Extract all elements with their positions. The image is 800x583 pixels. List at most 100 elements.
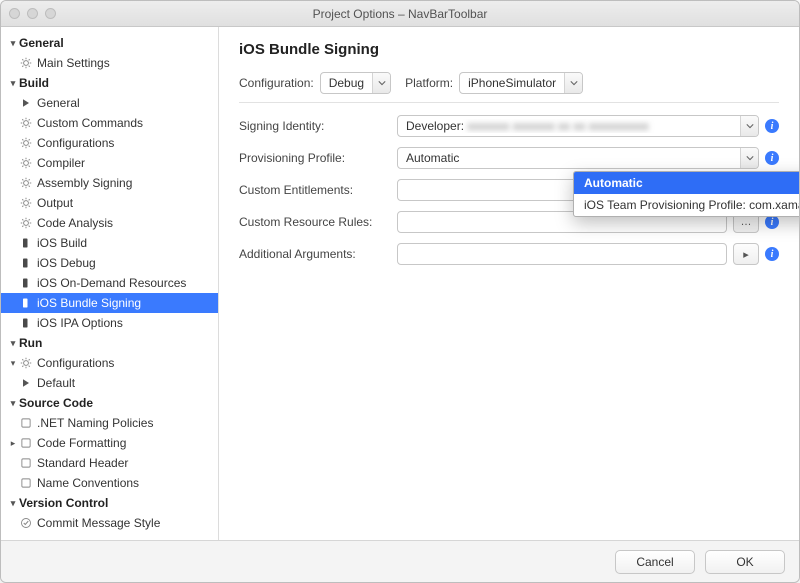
caret-icon: ▾ xyxy=(7,498,19,509)
chevron-down-icon xyxy=(372,73,390,93)
dropdown-option[interactable]: iOS Team Provisioning Profile: com.xamar… xyxy=(574,194,799,216)
sidebar-item-code-analysis[interactable]: Code Analysis xyxy=(1,213,218,233)
sidebar-item-main-settings[interactable]: Main Settings xyxy=(1,53,218,73)
sidebar-item-label: iOS IPA Options xyxy=(37,316,123,330)
main-panel: iOS Bundle Signing Configuration: Debug … xyxy=(219,27,799,540)
configuration-label: Configuration: xyxy=(239,76,314,90)
caret-icon: ▸ xyxy=(7,438,19,449)
sidebar-item-label: General xyxy=(19,36,64,50)
sidebar-item-configurations[interactable]: ▾Configurations xyxy=(1,353,218,373)
close-window-button[interactable] xyxy=(9,8,20,19)
signing-identity-label: Signing Identity: xyxy=(239,119,389,133)
signing-identity-select[interactable]: Developer: xxxxxxx xxxxxxx xx xx xxxxxxx… xyxy=(397,115,759,137)
sidebar-item-label: Run xyxy=(19,336,42,350)
gear-icon xyxy=(19,216,33,230)
custom-resource-rules-label: Custom Resource Rules: xyxy=(239,215,389,229)
sidebar-item-label: General xyxy=(37,96,80,110)
gear-icon xyxy=(19,116,33,130)
sidebar-item-label: Custom Commands xyxy=(37,116,143,130)
sidebar-item-label: Version Control xyxy=(19,496,108,510)
gear-icon xyxy=(19,196,33,210)
sidebar-item-label: Build xyxy=(19,76,49,90)
chevron-down-icon xyxy=(740,148,758,168)
dark-icon xyxy=(19,296,33,310)
additional-arguments-menu-button[interactable]: ▸ xyxy=(733,243,759,265)
sidebar-item-compiler[interactable]: Compiler xyxy=(1,153,218,173)
sidebar-item-build[interactable]: ▾Build xyxy=(1,73,218,93)
sidebar-item-label: Main Settings xyxy=(37,56,110,70)
sidebar-item-assembly-signing[interactable]: Assembly Signing xyxy=(1,173,218,193)
sidebar-item-standard-header[interactable]: Standard Header xyxy=(1,453,218,473)
divider xyxy=(239,102,779,103)
sidebar-item-general[interactable]: General xyxy=(1,93,218,113)
sidebar-item-default[interactable]: Default xyxy=(1,373,218,393)
chevron-down-icon xyxy=(740,116,758,136)
project-options-window: Project Options – NavBarToolbar ▾General… xyxy=(0,0,800,583)
additional-arguments-input[interactable] xyxy=(397,243,727,265)
gear-icon xyxy=(19,136,33,150)
window-title: Project Options – NavBarToolbar xyxy=(1,7,799,21)
provisioning-profile-dropdown[interactable]: Automatic iOS Team Provisioning Profile:… xyxy=(573,171,799,217)
sidebar-item-ios-debug[interactable]: iOS Debug xyxy=(1,253,218,273)
sidebar-item-label: iOS Build xyxy=(37,236,87,250)
dark-icon xyxy=(19,316,33,330)
caret-icon: ▾ xyxy=(7,338,19,349)
box-icon xyxy=(19,436,33,450)
dialog-footer: Cancel OK xyxy=(1,540,799,582)
additional-arguments-label: Additional Arguments: xyxy=(239,247,389,261)
sidebar-item-ios-bundle-signing[interactable]: iOS Bundle Signing xyxy=(1,293,218,313)
sidebar-item-label: iOS On-Demand Resources xyxy=(37,276,186,290)
sidebar-item-label: Assembly Signing xyxy=(37,176,132,190)
titlebar[interactable]: Project Options – NavBarToolbar xyxy=(1,1,799,27)
zoom-window-button[interactable] xyxy=(45,8,56,19)
sidebar-item--net-naming-policies[interactable]: .NET Naming Policies xyxy=(1,413,218,433)
chevron-down-icon xyxy=(564,73,582,93)
sidebar-item-label: Compiler xyxy=(37,156,85,170)
sidebar-item-label: Code Formatting xyxy=(37,436,126,450)
sidebar-item-label: Commit Message Style xyxy=(37,516,160,530)
gear-icon xyxy=(19,356,33,370)
sidebar-item-source-code[interactable]: ▾Source Code xyxy=(1,393,218,413)
gear-icon xyxy=(19,56,33,70)
ok-button[interactable]: OK xyxy=(705,550,785,574)
sidebar-item-configurations[interactable]: Configurations xyxy=(1,133,218,153)
sidebar-item-ios-build[interactable]: iOS Build xyxy=(1,233,218,253)
info-icon[interactable]: i xyxy=(765,151,779,165)
provisioning-profile-label: Provisioning Profile: xyxy=(239,151,389,165)
info-icon[interactable]: i xyxy=(765,215,779,229)
configuration-select[interactable]: Debug xyxy=(320,72,391,94)
info-icon[interactable]: i xyxy=(765,119,779,133)
cancel-button[interactable]: Cancel xyxy=(615,550,695,574)
sidebar-item-label: Name Conventions xyxy=(37,476,139,490)
box-icon xyxy=(19,476,33,490)
platform-select[interactable]: iPhoneSimulator xyxy=(459,72,583,94)
sidebar-item-label: Source Code xyxy=(19,396,93,410)
sidebar-item-label: .NET Naming Policies xyxy=(37,416,153,430)
dark-icon xyxy=(19,236,33,250)
dropdown-option[interactable]: Automatic xyxy=(574,172,799,194)
sidebar-item-general[interactable]: ▾General xyxy=(1,33,218,53)
sidebar-item-version-control[interactable]: ▾Version Control xyxy=(1,493,218,513)
page-title: iOS Bundle Signing xyxy=(239,41,779,58)
sidebar-item-label: Default xyxy=(37,376,75,390)
caret-icon: ▾ xyxy=(7,358,19,369)
sidebar[interactable]: ▾GeneralMain Settings▾BuildGeneralCustom… xyxy=(1,27,219,540)
sidebar-item-run[interactable]: ▾Run xyxy=(1,333,218,353)
sidebar-item-ios-on-demand-resources[interactable]: iOS On-Demand Resources xyxy=(1,273,218,293)
check-icon xyxy=(19,516,33,530)
sidebar-item-label: iOS Debug xyxy=(37,256,96,270)
sidebar-item-label: Standard Header xyxy=(37,456,128,470)
platform-label: Platform: xyxy=(405,76,453,90)
sidebar-item-commit-message-style[interactable]: Commit Message Style xyxy=(1,513,218,533)
dark-icon xyxy=(19,276,33,290)
sidebar-item-code-formatting[interactable]: ▸ Code Formatting xyxy=(1,433,218,453)
window-controls xyxy=(9,8,56,19)
info-icon[interactable]: i xyxy=(765,247,779,261)
sidebar-item-output[interactable]: Output xyxy=(1,193,218,213)
provisioning-profile-select[interactable]: Automatic xyxy=(397,147,759,169)
sidebar-item-ios-ipa-options[interactable]: iOS IPA Options xyxy=(1,313,218,333)
config-platform-row: Configuration: Debug Platform: iPhoneSim… xyxy=(239,72,779,94)
sidebar-item-name-conventions[interactable]: Name Conventions xyxy=(1,473,218,493)
minimize-window-button[interactable] xyxy=(27,8,38,19)
sidebar-item-custom-commands[interactable]: Custom Commands xyxy=(1,113,218,133)
